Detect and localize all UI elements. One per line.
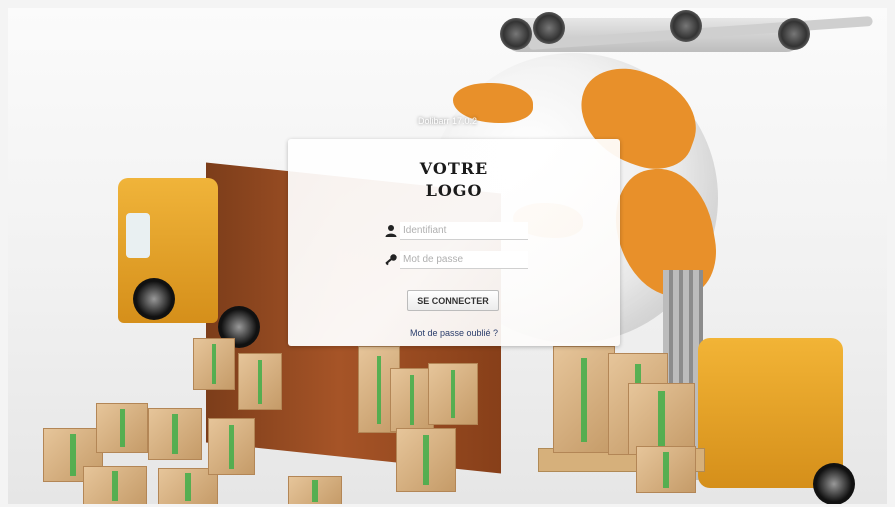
username-row [384,222,528,240]
cardboard-box [288,476,342,504]
cardboard-box [193,338,235,390]
cardboard-box [208,418,255,475]
cardboard-box [83,466,147,504]
cardboard-box [148,408,202,460]
login-button[interactable]: SE CONNECTER [407,290,499,311]
login-card: VOTRE LOGO SE CONNECTER Mot de passe oub… [288,139,620,346]
cardboard-box [628,383,695,455]
version-label: Dolibarr 17.0.2 [417,116,478,126]
cardboard-box [553,346,615,453]
username-input[interactable] [400,222,528,240]
logo-line-1: VOTRE [419,159,489,178]
key-icon [385,254,397,266]
logo-line-2: LOGO [425,181,483,200]
cardboard-box [396,428,456,492]
forklift-illustration [698,338,843,488]
user-icon [385,225,397,237]
cardboard-box [428,363,478,425]
password-row [384,251,528,269]
password-input[interactable] [400,251,528,269]
cardboard-box [238,353,282,410]
cardboard-box [636,446,696,493]
forgot-password-link[interactable]: Mot de passe oublié ? [288,328,620,338]
cardboard-box [96,403,148,453]
